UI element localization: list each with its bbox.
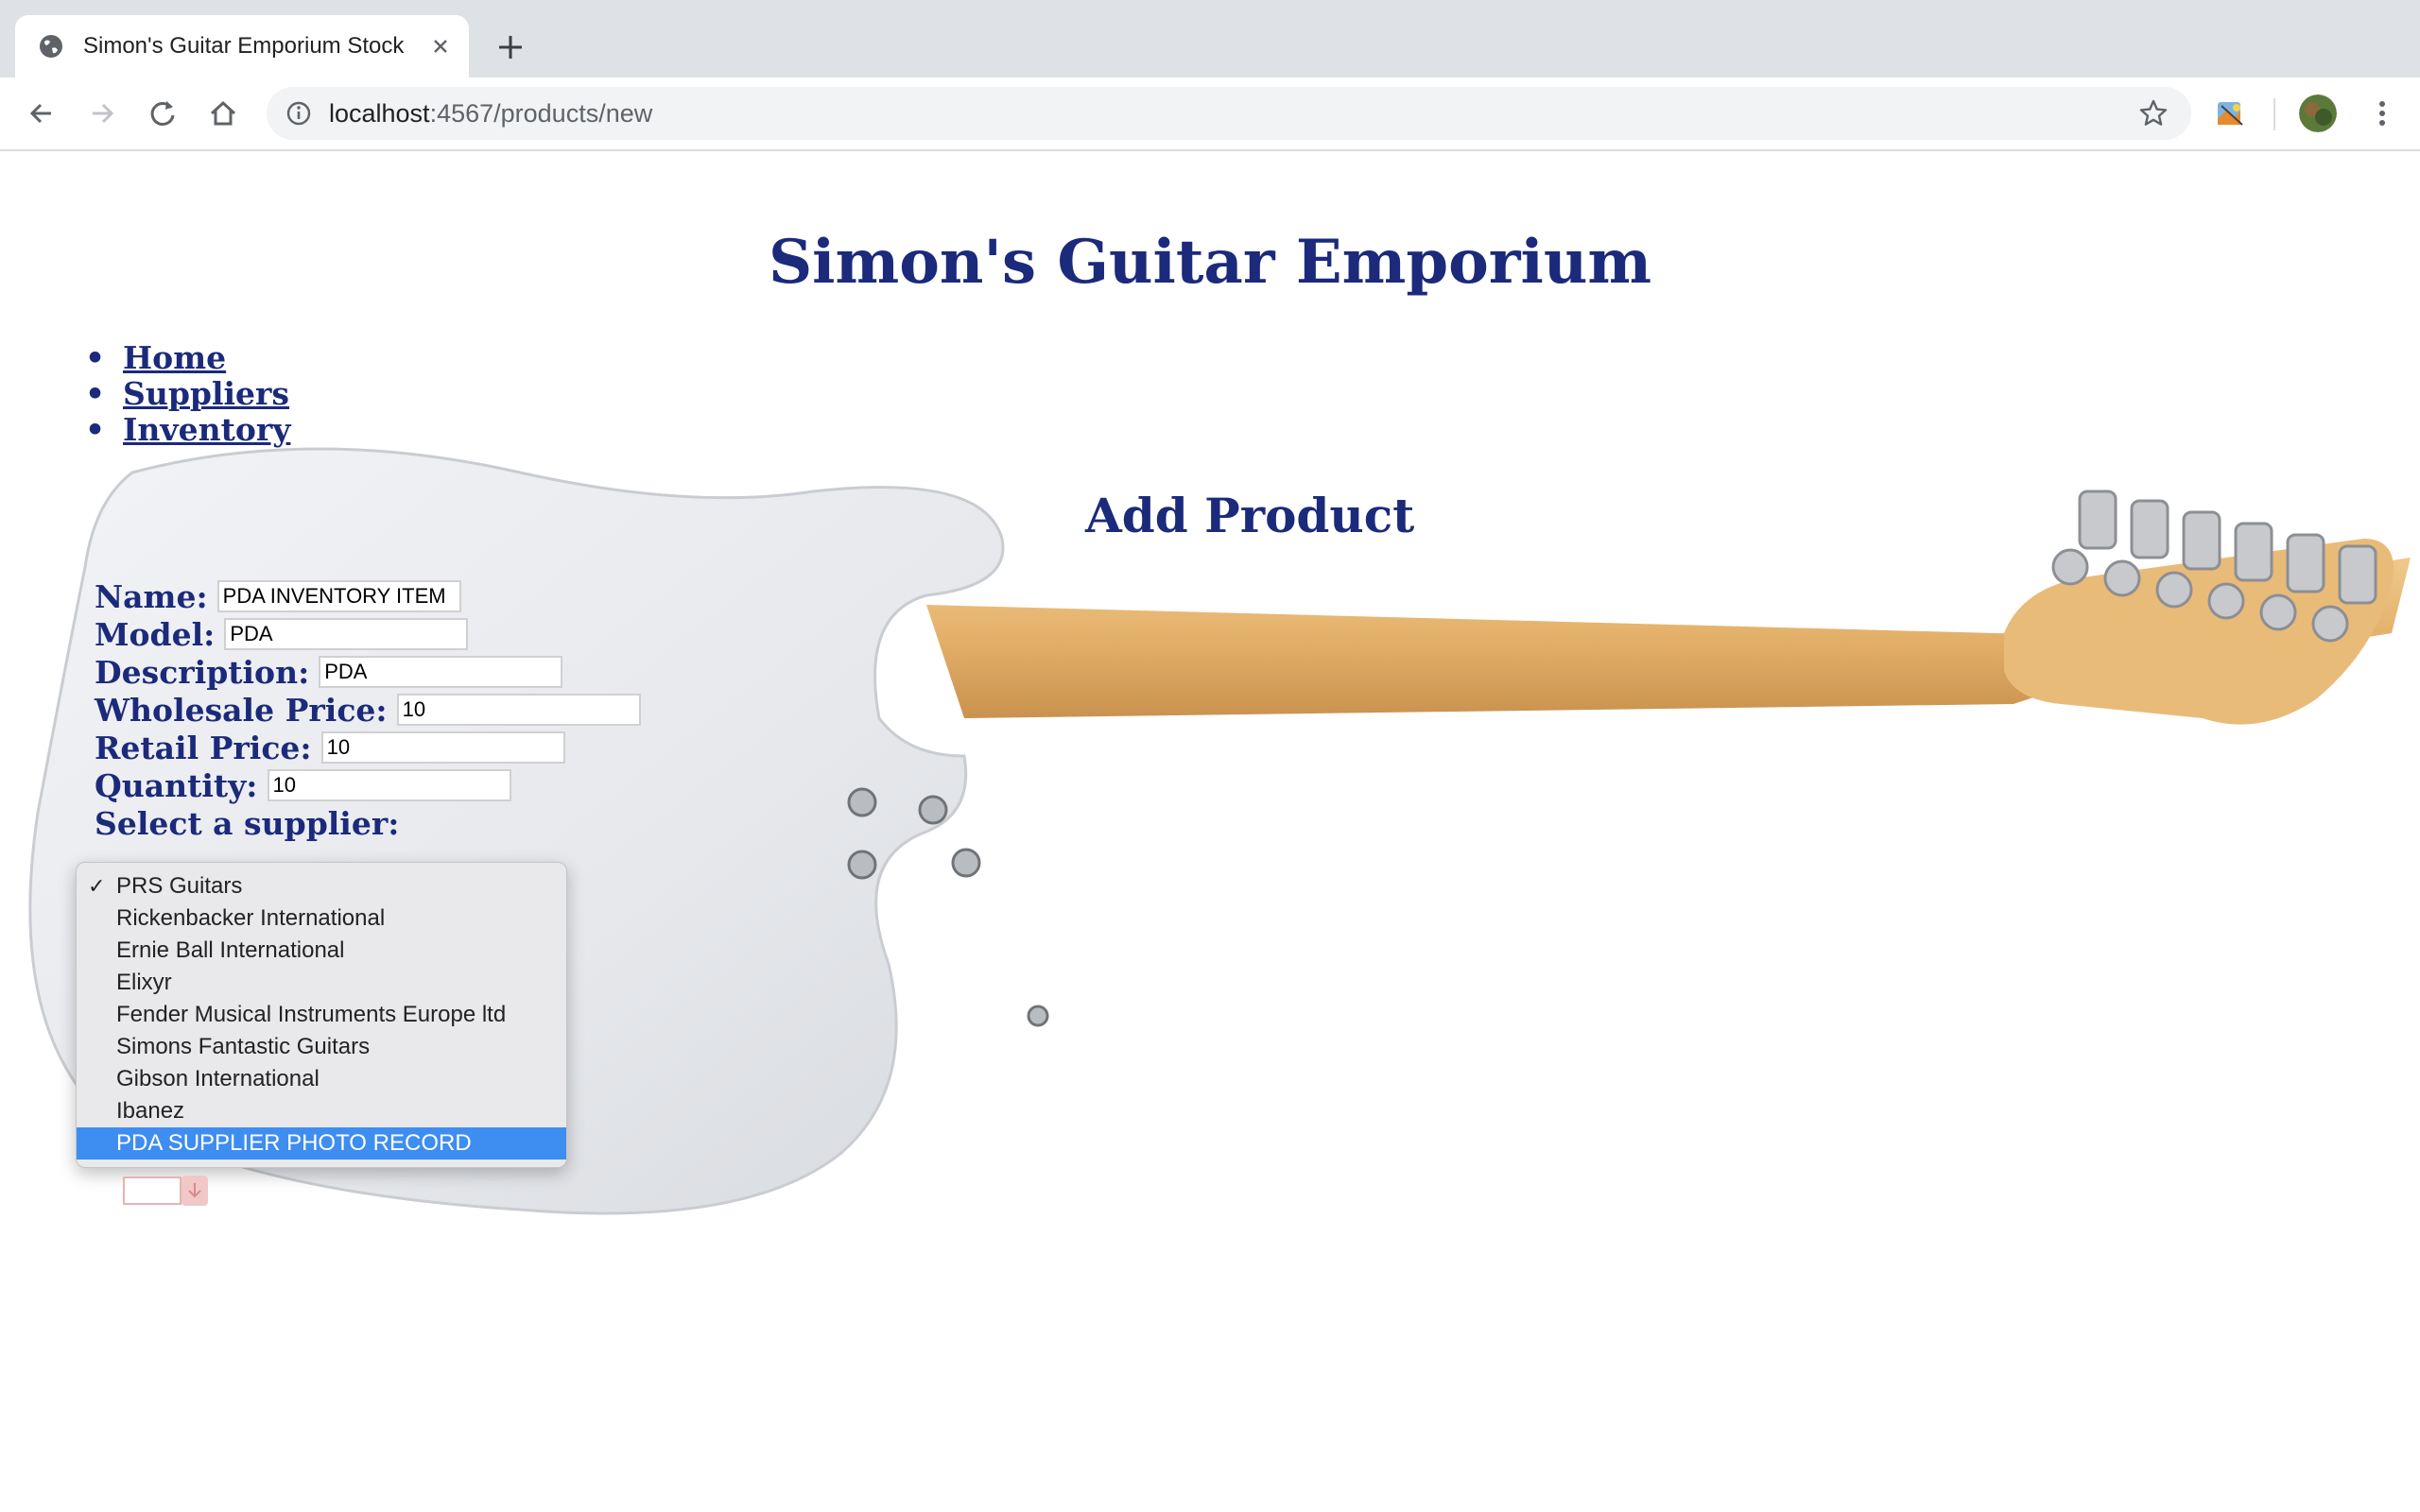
supplier-option-label: PDA SUPPLIER PHOTO RECORD [116,1130,472,1156]
avatar[interactable] [2299,94,2337,132]
wholesale-price-field-row: Wholesale Price: [95,691,641,729]
supplier-option-label: Elixyr [116,970,172,995]
menu-icon[interactable] [2365,96,2399,130]
nav-item-home: Home [76,339,290,377]
supplier-option[interactable]: ✓ PRS Guitars [77,870,566,902]
retail-price-field-row: Retail Price: [95,729,565,766]
supplier-label: Select a supplier: [95,804,400,842]
nav-link-suppliers[interactable]: Suppliers [123,375,289,412]
supplier-option[interactable]: Gibson International [77,1063,566,1095]
main-nav: Home Suppliers Inventory [76,339,290,449]
supplier-option[interactable]: Ibanez [77,1095,566,1127]
submit-button[interactable] [123,1174,210,1208]
reload-icon[interactable] [146,96,180,130]
supplier-option[interactable]: Rickenbacker International [77,902,566,935]
browser-tab[interactable]: Simon's Guitar Emporium Stock [15,15,469,77]
page-content: Simon's Guitar Emporium Home Suppliers I… [0,151,2420,1512]
supplier-select-dropdown[interactable]: ✓ PRS Guitars Rickenbacker International… [76,862,567,1168]
extension-icon[interactable] [2214,96,2248,130]
quantity-label: Quantity: [95,766,258,804]
back-icon[interactable] [25,96,59,130]
supplier-option[interactable]: Elixyr [77,967,566,999]
retail-price-input[interactable] [320,731,565,764]
address-bar[interactable]: localhost:4567/products/new [267,87,2191,140]
tab-title: Simon's Guitar Emporium Stock [83,33,405,59]
checkmark-icon: ✓ [88,874,106,898]
form-title: Add Product [1085,488,1415,543]
toolbar-divider [2273,98,2275,130]
supplier-option-label: Simons Fantastic Guitars [116,1034,371,1059]
supplier-option[interactable]: Fender Musical Instruments Europe ltd [77,999,566,1031]
url-text[interactable]: localhost:4567/products/new [329,96,652,130]
description-label: Description: [95,653,310,691]
model-input[interactable] [224,618,469,650]
name-field-row: Name: [95,577,461,615]
supplier-option-label: Ibanez [116,1098,185,1124]
nav-item-inventory: Inventory [76,411,290,449]
home-icon[interactable] [206,96,240,130]
supplier-option[interactable]: Ernie Ball International [77,935,566,967]
supplier-option-label: Gibson International [116,1066,320,1091]
quantity-input[interactable] [267,769,511,801]
browser-toolbar: localhost:4567/products/new [0,77,2420,151]
supplier-option-label: Fender Musical Instruments Europe ltd [116,1002,507,1027]
info-icon[interactable] [285,100,312,127]
nav-item-suppliers: Suppliers [76,375,290,413]
name-label: Name: [95,577,208,615]
star-icon[interactable] [2138,98,2169,129]
avatar-image [2299,94,2337,132]
supplier-field-row: Select a supplier: [95,804,408,842]
nav-link-inventory[interactable]: Inventory [123,411,290,448]
forward-icon[interactable] [85,96,119,130]
model-label: Model: [95,615,216,653]
model-field-row: Model: [95,615,469,653]
description-field-row: Description: [95,653,563,691]
retail-price-label: Retail Price: [95,729,312,766]
name-input[interactable] [216,580,461,612]
supplier-option-label: Rickenbacker International [116,905,386,931]
url-path: :4567/products/new [429,99,653,128]
site-title: Simon's Guitar Emporium [768,227,1652,298]
tab-strip: Simon's Guitar Emporium Stock [0,0,2420,77]
wholesale-price-input[interactable] [396,694,641,726]
supplier-option-label: PRS Guitars [116,873,243,899]
close-icon[interactable] [427,33,454,60]
supplier-option-highlighted[interactable]: PDA SUPPLIER PHOTO RECORD [77,1127,566,1160]
nav-link-home[interactable]: Home [123,339,226,376]
plus-icon[interactable] [493,30,527,64]
description-input[interactable] [319,656,563,688]
quantity-field-row: Quantity: [95,766,511,804]
globe-icon [40,35,62,58]
wholesale-price-label: Wholesale Price: [95,691,388,729]
supplier-option[interactable]: Simons Fantastic Guitars [77,1031,566,1063]
supplier-option-label: Ernie Ball International [116,937,345,963]
url-host: localhost [329,99,430,128]
